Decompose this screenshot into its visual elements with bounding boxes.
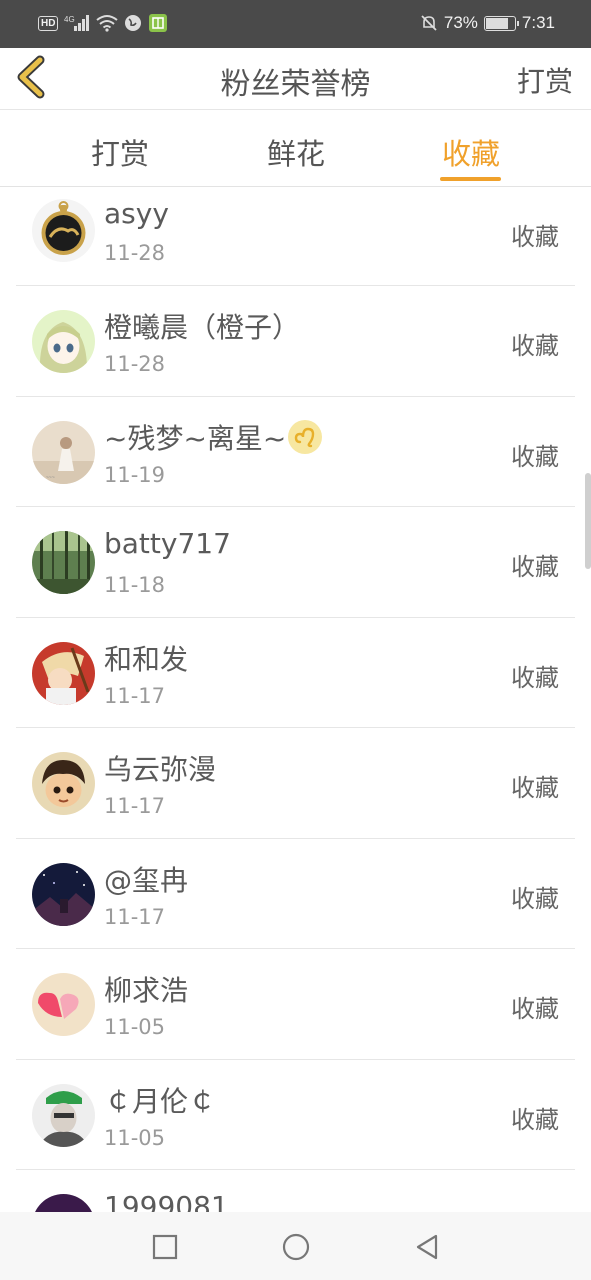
tab-favorites[interactable]: 收藏 <box>411 131 531 173</box>
fan-date: 11-28 <box>104 241 166 265</box>
title-bar: 粉丝荣誉榜 打赏 <box>0 48 591 110</box>
fan-name: 乌云弥漫 <box>104 753 217 786</box>
fan-name: ￠月伦￠ <box>104 1084 217 1118</box>
photo-avatar[interactable]: ~~~ <box>32 420 95 484</box>
page-title: 粉丝荣誉榜 <box>220 67 371 102</box>
leo-zodiac-icon <box>288 419 323 454</box>
active-tab-indicator <box>440 177 501 181</box>
anime-girl-avatar[interactable] <box>32 310 95 373</box>
fan-date: 11-17 <box>104 683 166 708</box>
list-item[interactable]: batty717 11-18 收藏 <box>16 507 575 618</box>
list-item[interactable]: ￠月伦￠ 11-05 收藏 <box>16 1060 575 1170</box>
circle-icon <box>282 1233 310 1261</box>
reward-button[interactable]: 打赏 <box>517 60 573 100</box>
square-icon <box>152 1234 178 1260</box>
signal-icon: 4G <box>64 15 90 31</box>
list-item[interactable]: 和和发 11-17 收藏 <box>16 618 575 728</box>
cartoon-avatar[interactable] <box>32 641 95 705</box>
favorite-label: 收藏 <box>511 774 559 802</box>
list-item[interactable]: @玺冉 11-17 收藏 <box>16 839 575 949</box>
fan-name: 橙曦晨（橙子） <box>104 311 301 344</box>
fan-date: 11-05 <box>104 1015 166 1039</box>
fan-date: 11-17 <box>104 904 166 929</box>
fan-date: 11-05 <box>104 1125 166 1150</box>
fan-date: 11-19 <box>104 462 166 487</box>
favorite-label: 收藏 <box>511 995 559 1023</box>
favorite-label: 收藏 <box>511 442 559 471</box>
home-button[interactable] <box>281 1232 311 1262</box>
system-nav-bar <box>0 1212 591 1280</box>
purple-avatar[interactable] <box>32 1194 95 1212</box>
favorite-label: 收藏 <box>511 884 559 913</box>
night-sky-avatar[interactable] <box>32 862 95 926</box>
list-item[interactable]: 橙曦晨（橙子） 11-28 收藏 <box>16 286 575 397</box>
mute-icon <box>421 15 437 31</box>
wifi-icon <box>96 15 119 32</box>
favorite-label: 收藏 <box>511 332 559 360</box>
recents-button[interactable] <box>150 1232 180 1262</box>
fan-list[interactable]: asyy 11-28 收藏 橙曦晨（橙子） 11-28 收藏 ~~~ ~残梦~离… <box>0 187 591 1212</box>
fan-name: batty717 <box>104 527 231 560</box>
fan-name: 1999081 <box>104 1190 229 1212</box>
svg-text:~~~: ~~~ <box>46 475 55 481</box>
status-left-indicators: HD 4G <box>38 13 168 33</box>
battery-icon <box>483 15 519 31</box>
list-item[interactable]: ~~~ ~残梦~离星~ 11-19 收藏 <box>16 397 575 507</box>
triangle-back-icon <box>416 1234 438 1260</box>
svg-text:4G: 4G <box>64 15 75 24</box>
fan-name: 柳求浩 <box>104 974 189 1007</box>
app-notification-icon <box>149 14 168 32</box>
favorite-label: 收藏 <box>511 663 559 692</box>
cartoon-boy-avatar[interactable] <box>32 752 95 815</box>
list-item[interactable]: asyy 11-28 收藏 <box>16 187 575 286</box>
fan-name: @玺冉 <box>104 863 189 897</box>
tab-reward[interactable]: 打赏 <box>60 131 180 173</box>
clock: 7:31 <box>521 13 555 32</box>
favorite-label: 收藏 <box>511 553 559 581</box>
fan-date: 11-28 <box>104 352 166 376</box>
forest-avatar[interactable] <box>32 531 95 594</box>
tab-bar: 打赏 鲜花 收藏 <box>0 111 591 187</box>
fan-date: 11-17 <box>104 794 166 818</box>
tab-flowers[interactable]: 鲜花 <box>236 131 356 173</box>
heart-avatar[interactable] <box>32 973 95 1036</box>
status-bar: HD 4G 73% 7:31 <box>0 0 591 48</box>
status-right-indicators: 73% 7:31 <box>420 13 555 33</box>
fan-date: 11-18 <box>104 573 166 597</box>
list-item[interactable]: 1999081 <box>16 1170 575 1212</box>
portrait-avatar[interactable] <box>32 1083 95 1147</box>
fan-name: asyy <box>104 197 169 230</box>
fan-name: ~残梦~离星~ <box>104 417 323 457</box>
battery-percent: 73% <box>443 13 478 32</box>
favorite-label: 收藏 <box>511 1105 559 1134</box>
scrollbar[interactable] <box>585 473 591 569</box>
list-item[interactable]: 乌云弥漫 11-17 收藏 <box>16 728 575 839</box>
fan-name: 和和发 <box>104 642 189 676</box>
list-item[interactable]: 柳求浩 11-05 收藏 <box>16 949 575 1060</box>
globe-icon <box>125 15 142 31</box>
favorite-label: 收藏 <box>511 223 559 251</box>
pocket-watch-avatar[interactable] <box>32 199 95 262</box>
hd-icon: HD <box>38 15 59 31</box>
system-back-button[interactable] <box>412 1232 442 1262</box>
